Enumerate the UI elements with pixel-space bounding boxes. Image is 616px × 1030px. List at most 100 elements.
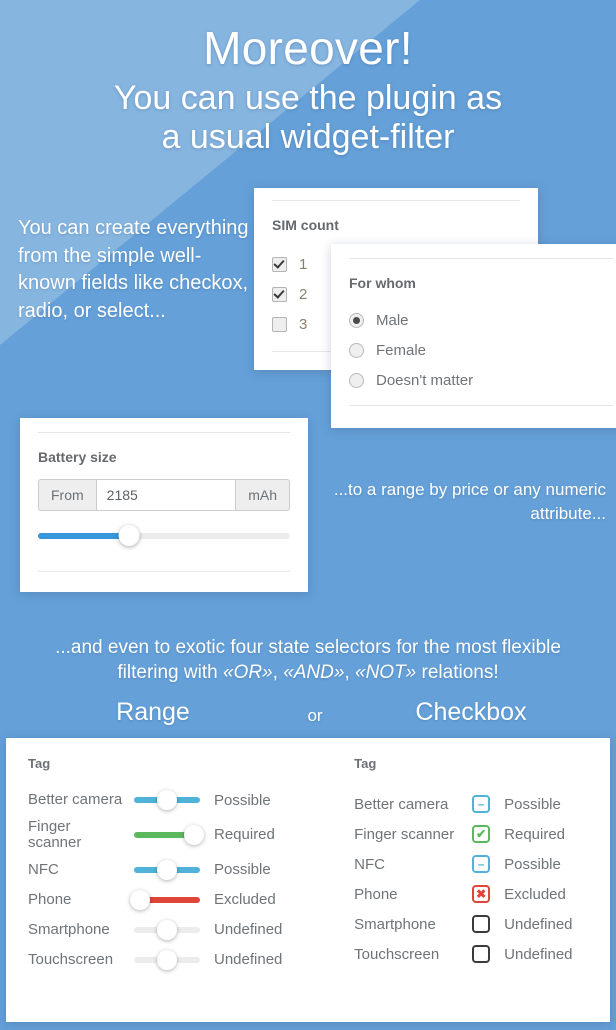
range-selector-row[interactable]: Better camera Possible xyxy=(28,789,336,811)
exotic-line-2-prefix: filtering with xyxy=(117,661,223,683)
battery-size-card: Battery size From mAh xyxy=(20,418,308,592)
exotic-or: «OR» xyxy=(222,661,273,683)
minus-icon[interactable]: – xyxy=(472,855,491,873)
exotic-sep-1: , xyxy=(272,661,284,683)
checkbox-selector-state: Required xyxy=(504,825,566,843)
for-whom-option-any[interactable]: Doesn't matter xyxy=(349,365,613,395)
range-selector-state: Undefined xyxy=(214,951,283,968)
radio-icon[interactable] xyxy=(349,312,364,328)
checkbox-selector-label: Better camera xyxy=(354,795,449,813)
battery-value-input[interactable] xyxy=(95,479,237,511)
right-description-text: ...to a range by price or any numeric at… xyxy=(333,480,606,523)
headline-line-1: Moreover! xyxy=(203,22,413,74)
range-selector-label: NFC xyxy=(28,860,59,878)
for-whom-options: Male Female Doesn't matter xyxy=(331,293,616,395)
checkbox-selector-state: Possible xyxy=(504,795,561,813)
range-selector-label: Smartphone xyxy=(28,920,110,938)
slider-fill xyxy=(38,533,129,539)
checkbox-selector-label: Phone xyxy=(354,885,398,903)
battery-unit-addon: mAh xyxy=(236,479,290,511)
checkbox-rows: Better camera – Possible Finger scanner ✔ Req… xyxy=(354,789,610,969)
exotic-line-1: ...and even to exotic four state selecto… xyxy=(55,637,561,658)
exotic-line-2: filtering with «OR», «AND», «NOT» relati… xyxy=(8,661,608,686)
check-icon[interactable]: ✔ xyxy=(472,825,491,843)
checkbox-selector-row[interactable]: NFC – Possible xyxy=(354,849,610,879)
range-rows: Better camera Possible Finger scanner Requi… xyxy=(28,789,336,971)
slider-handle[interactable] xyxy=(157,790,177,810)
range-selector-state: Required xyxy=(214,826,275,844)
sim-count-option-label: 1 xyxy=(299,255,308,273)
exotic-not: «NOT» xyxy=(355,661,417,683)
slider-handle[interactable] xyxy=(157,859,177,880)
slider-handle[interactable] xyxy=(184,824,204,845)
checkbox-selector-row[interactable]: Smartphone Undefined xyxy=(354,909,610,939)
page-headline: Moreover! You can use the plugin as a us… xyxy=(0,22,616,157)
battery-range-slider[interactable] xyxy=(38,525,290,547)
exotic-line-2-suffix: relations! xyxy=(416,661,499,683)
checkbox-selector-row[interactable]: Better camera – Possible xyxy=(354,789,610,819)
checkbox-panel-title: Tag xyxy=(354,756,377,771)
range-selector-state: Possible xyxy=(214,861,271,878)
checkbox-selector-row[interactable]: Finger scanner ✔ Required xyxy=(354,819,610,849)
for-whom-option-label: Female xyxy=(376,341,427,359)
range-selector-label: Better camera xyxy=(28,791,123,809)
checkbox-selector-label: Touchscreen xyxy=(354,945,440,963)
minus-icon[interactable]: – xyxy=(472,795,491,813)
four-state-slider[interactable] xyxy=(134,859,200,881)
checkbox-glyph: ✖ xyxy=(476,887,487,901)
range-selectors-column: Tag Better camera Possible Finger scanner R… xyxy=(6,738,336,1022)
range-selector-state: Possible xyxy=(214,791,271,809)
for-whom-option-male[interactable]: Male xyxy=(349,305,613,335)
four-state-slider[interactable] xyxy=(134,919,200,941)
checkbox-selector-label: NFC xyxy=(354,855,385,873)
column-label-range: Range xyxy=(116,698,190,726)
cross-icon[interactable]: ✖ xyxy=(472,885,491,903)
checkbox-selector-row[interactable]: Phone ✖ Excluded xyxy=(354,879,610,909)
column-label-checkbox: Checkbox xyxy=(415,698,527,726)
four-state-slider[interactable] xyxy=(134,789,200,811)
four-state-selectors-panel: Tag Better camera Possible Finger scanner R… xyxy=(6,738,610,1022)
checkbox-icon[interactable] xyxy=(272,316,287,332)
range-panel-title: Tag xyxy=(28,756,51,771)
checkbox-selector-label: Finger scanner xyxy=(354,825,455,843)
empty-icon[interactable] xyxy=(472,945,491,963)
headline-line-2: You can use the plugin as xyxy=(113,78,503,117)
checkbox-selector-state: Excluded xyxy=(504,885,566,903)
checkbox-selector-state: Undefined xyxy=(504,915,573,933)
range-selector-row[interactable]: Phone Excluded xyxy=(28,889,336,911)
checkbox-icon[interactable] xyxy=(272,286,287,302)
four-state-slider[interactable] xyxy=(130,889,200,911)
checkbox-selector-row[interactable]: Touchscreen Undefined xyxy=(354,939,610,969)
exotic-sep-2: , xyxy=(344,661,355,683)
radio-icon[interactable] xyxy=(349,372,364,388)
battery-from-addon: From xyxy=(38,479,96,511)
radio-icon[interactable] xyxy=(349,342,364,358)
range-selector-row[interactable]: Finger scanner Required xyxy=(28,819,336,851)
range-selector-row[interactable]: Smartphone Undefined xyxy=(28,919,336,941)
exotic-and: «AND» xyxy=(283,661,345,683)
range-selector-label: Finger scanner xyxy=(28,818,82,851)
battery-size-input-group: From mAh xyxy=(38,479,290,511)
checkbox-glyph: – xyxy=(477,857,485,871)
sim-count-option-label: 3 xyxy=(299,315,308,333)
for-whom-title: For whom xyxy=(349,275,416,291)
checkbox-selector-state: Possible xyxy=(504,855,561,873)
four-state-slider[interactable] xyxy=(134,949,200,971)
four-state-slider[interactable] xyxy=(134,824,204,846)
checkbox-icon[interactable] xyxy=(272,256,287,272)
for-whom-option-female[interactable]: Female xyxy=(349,335,613,365)
range-selector-row[interactable]: Touchscreen Undefined xyxy=(28,949,336,971)
column-labels: Range or Checkbox xyxy=(8,698,608,732)
slider-handle[interactable] xyxy=(157,949,177,970)
for-whom-option-label: Doesn't matter xyxy=(376,371,474,389)
range-selector-row[interactable]: NFC Possible xyxy=(28,859,336,881)
range-selector-state: Excluded xyxy=(214,891,276,908)
slider-handle[interactable] xyxy=(130,889,150,910)
empty-icon[interactable] xyxy=(472,915,491,933)
sim-count-option-label: 2 xyxy=(299,285,308,303)
left-description-text: You can create everything from the simpl… xyxy=(18,217,249,322)
column-label-or: or xyxy=(307,706,323,725)
slider-handle[interactable] xyxy=(118,525,140,546)
slider-handle[interactable] xyxy=(157,919,177,940)
range-selector-label: Phone xyxy=(28,890,72,908)
